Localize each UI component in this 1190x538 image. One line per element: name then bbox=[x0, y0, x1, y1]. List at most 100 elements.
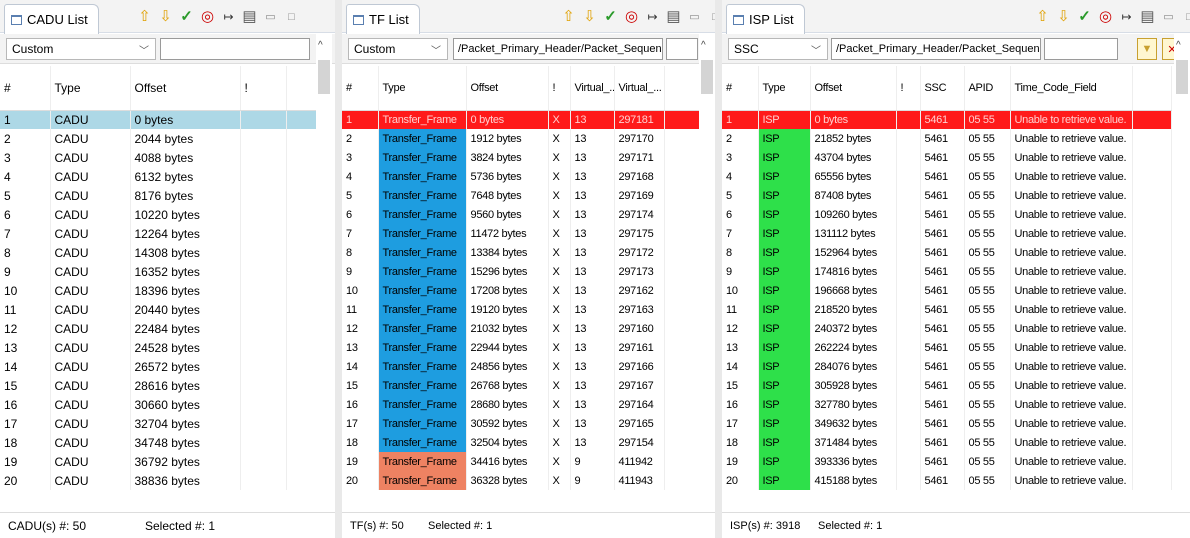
target-icon[interactable]: ◎ bbox=[199, 8, 216, 26]
checkmark-icon[interactable]: ✓ bbox=[602, 8, 619, 26]
maximize-icon[interactable]: □ bbox=[707, 8, 715, 26]
checkmark-icon[interactable]: ✓ bbox=[1076, 8, 1093, 26]
table-row[interactable]: 9 Transfer_Frame 15296 bytes X 13 297173 bbox=[342, 262, 700, 281]
table-row[interactable]: 20 ISP 415188 bytes 5461 05 55 Unable to retr… bbox=[722, 471, 1172, 490]
table-row[interactable]: 3 CADU 4088 bytes bbox=[0, 148, 317, 167]
fit-columns-icon[interactable]: ↦ bbox=[644, 8, 661, 26]
export-icon[interactable]: ▤ bbox=[1139, 8, 1156, 26]
table-row[interactable]: 14 CADU 26572 bytes bbox=[0, 357, 317, 376]
column-header[interactable]: Offset bbox=[466, 66, 549, 111]
tf-filter-path[interactable]: /Packet_Primary_Header/Packet_Sequence_C… bbox=[453, 38, 663, 60]
table-row[interactable]: 11 Transfer_Frame 19120 bytes X 13 297163 bbox=[342, 300, 700, 319]
table-row[interactable]: 20 Transfer_Frame 36328 bytes X 9 411943 bbox=[342, 471, 700, 490]
table-row[interactable]: 12 Transfer_Frame 21032 bytes X 13 297160 bbox=[342, 319, 700, 338]
column-header[interactable]: ! bbox=[548, 66, 571, 111]
table-row[interactable]: 2 Transfer_Frame 1912 bytes X 13 297170 bbox=[342, 129, 700, 148]
scroll-up-icon[interactable]: ^ bbox=[318, 40, 323, 51]
cadu-vertical-scrollbar[interactable]: ^v bbox=[316, 34, 332, 538]
table-row[interactable]: 17 ISP 349632 bytes 5461 05 55 Unable to retr… bbox=[722, 414, 1172, 433]
table-row[interactable]: 6 Transfer_Frame 9560 bytes X 13 297174 bbox=[342, 205, 700, 224]
tf-list-tab[interactable]: TF List bbox=[346, 4, 420, 34]
table-row[interactable]: 17 Transfer_Frame 30592 bytes X 13 297165 bbox=[342, 414, 700, 433]
tf-filter-combo[interactable]: Custom ﹀ bbox=[348, 38, 448, 60]
column-header[interactable]: Type bbox=[758, 66, 811, 111]
table-row[interactable]: 2 CADU 2044 bytes bbox=[0, 129, 317, 148]
cadu-filter-combo[interactable]: Custom ﹀ bbox=[6, 38, 156, 60]
minimize-icon[interactable]: ▭ bbox=[686, 8, 703, 26]
table-row[interactable]: 5 ISP 87408 bytes 5461 05 55 Unable to retrie… bbox=[722, 186, 1172, 205]
isp-filter-combo[interactable]: SSC ﹀ bbox=[728, 38, 828, 60]
column-header[interactable]: Offset bbox=[810, 66, 897, 111]
table-row[interactable]: 1 Transfer_Frame 0 bytes X 13 297181 bbox=[342, 110, 700, 129]
column-header[interactable]: ! bbox=[240, 66, 287, 111]
table-row[interactable]: 10 ISP 196668 bytes 5461 05 55 Unable to retr… bbox=[722, 281, 1172, 300]
tf-vertical-scrollbar[interactable]: ^v bbox=[699, 34, 715, 538]
fit-columns-icon[interactable]: ↦ bbox=[1118, 8, 1135, 26]
minimize-icon[interactable]: ▭ bbox=[1160, 8, 1177, 26]
arrow-down-icon[interactable]: ⇩ bbox=[581, 8, 598, 26]
table-row[interactable]: 16 Transfer_Frame 28680 bytes X 13 297164 bbox=[342, 395, 700, 414]
panel-divider[interactable] bbox=[335, 0, 342, 538]
export-icon[interactable]: ▤ bbox=[665, 8, 682, 26]
table-row[interactable]: 5 CADU 8176 bytes bbox=[0, 186, 317, 205]
table-row[interactable]: 12 ISP 240372 bytes 5461 05 55 Unable to retr… bbox=[722, 319, 1172, 338]
checkmark-icon[interactable]: ✓ bbox=[178, 8, 195, 26]
scroll-thumb[interactable] bbox=[1176, 60, 1188, 94]
table-row[interactable]: 19 CADU 36792 bytes bbox=[0, 452, 317, 471]
table-row[interactable]: 12 CADU 22484 bytes bbox=[0, 319, 317, 338]
table-row[interactable]: 7 CADU 12264 bytes bbox=[0, 224, 317, 243]
arrow-up-icon[interactable]: ⇧ bbox=[136, 8, 153, 26]
table-row[interactable]: 11 ISP 218520 bytes 5461 05 55 Unable to retr… bbox=[722, 300, 1172, 319]
scroll-up-icon[interactable]: ^ bbox=[701, 40, 706, 51]
table-row[interactable]: 10 Transfer_Frame 17208 bytes X 13 297162 bbox=[342, 281, 700, 300]
scroll-thumb[interactable] bbox=[701, 60, 713, 94]
column-header[interactable]: ! bbox=[896, 66, 921, 111]
table-row[interactable]: 13 ISP 262224 bytes 5461 05 55 Unable to retr… bbox=[722, 338, 1172, 357]
table-row[interactable]: 18 Transfer_Frame 32504 bytes X 13 297154 bbox=[342, 433, 700, 452]
table-row[interactable]: 18 CADU 34748 bytes bbox=[0, 433, 317, 452]
table-row[interactable]: 16 CADU 30660 bytes bbox=[0, 395, 317, 414]
isp-list-tab[interactable]: ISP List bbox=[726, 4, 805, 34]
table-row[interactable]: 7 Transfer_Frame 11472 bytes X 13 297175 bbox=[342, 224, 700, 243]
table-row[interactable]: 13 Transfer_Frame 22944 bytes X 13 297161 bbox=[342, 338, 700, 357]
column-header[interactable]: Time_Code_Field bbox=[1010, 66, 1133, 111]
table-row[interactable]: 4 Transfer_Frame 5736 bytes X 13 297168 bbox=[342, 167, 700, 186]
column-header[interactable]: Virtual_... bbox=[614, 66, 665, 111]
table-row[interactable]: 20 CADU 38836 bytes bbox=[0, 471, 317, 490]
target-icon[interactable]: ◎ bbox=[1097, 8, 1114, 26]
table-row[interactable]: 15 CADU 28616 bytes bbox=[0, 376, 317, 395]
table-row[interactable]: 19 Transfer_Frame 34416 bytes X 9 411942 bbox=[342, 452, 700, 471]
tf-filter-input[interactable] bbox=[666, 38, 698, 60]
table-row[interactable]: 16 ISP 327780 bytes 5461 05 55 Unable to retr… bbox=[722, 395, 1172, 414]
column-header[interactable]: Offset bbox=[130, 66, 241, 111]
isp-filter-path[interactable]: /Packet_Primary_Header/Packet_Sequence_C… bbox=[831, 38, 1041, 60]
table-row[interactable]: 5 Transfer_Frame 7648 bytes X 13 297169 bbox=[342, 186, 700, 205]
arrow-up-icon[interactable]: ⇧ bbox=[1034, 8, 1051, 26]
table-row[interactable]: 14 ISP 284076 bytes 5461 05 55 Unable to retr… bbox=[722, 357, 1172, 376]
table-row[interactable]: 8 Transfer_Frame 13384 bytes X 13 297172 bbox=[342, 243, 700, 262]
table-row[interactable]: 17 CADU 32704 bytes bbox=[0, 414, 317, 433]
panel-divider[interactable] bbox=[715, 0, 722, 538]
column-header[interactable]: SSC bbox=[920, 66, 965, 111]
table-row[interactable]: 3 Transfer_Frame 3824 bytes X 13 297171 bbox=[342, 148, 700, 167]
table-row[interactable]: 14 Transfer_Frame 24856 bytes X 13 297166 bbox=[342, 357, 700, 376]
table-row[interactable]: 4 ISP 65556 bytes 5461 05 55 Unable to retrie… bbox=[722, 167, 1172, 186]
isp-filter-input[interactable] bbox=[1044, 38, 1118, 60]
table-row[interactable]: 9 ISP 174816 bytes 5461 05 55 Unable to retri… bbox=[722, 262, 1172, 281]
column-header[interactable]: Type bbox=[50, 66, 131, 111]
table-row[interactable]: 4 CADU 6132 bytes bbox=[0, 167, 317, 186]
table-row[interactable]: 11 CADU 20440 bytes bbox=[0, 300, 317, 319]
table-row[interactable]: 1 CADU 0 bytes bbox=[0, 110, 317, 129]
table-row[interactable]: 10 CADU 18396 bytes bbox=[0, 281, 317, 300]
table-row[interactable]: 3 ISP 43704 bytes 5461 05 55 Unable to retrie… bbox=[722, 148, 1172, 167]
table-row[interactable]: 8 CADU 14308 bytes bbox=[0, 243, 317, 262]
isp-vertical-scrollbar[interactable]: ^v bbox=[1174, 34, 1190, 538]
table-row[interactable]: 15 Transfer_Frame 26768 bytes X 13 297167 bbox=[342, 376, 700, 395]
column-header[interactable]: # bbox=[722, 66, 759, 111]
table-row[interactable]: 7 ISP 131112 bytes 5461 05 55 Unable to retri… bbox=[722, 224, 1172, 243]
maximize-icon[interactable]: □ bbox=[1181, 8, 1190, 26]
table-row[interactable]: 2 ISP 21852 bytes 5461 05 55 Unable to retrie… bbox=[722, 129, 1172, 148]
table-row[interactable]: 1 ISP 0 bytes 5461 05 55 Unable to retrieve v… bbox=[722, 110, 1172, 129]
filter-icon[interactable]: ▼ bbox=[1137, 38, 1157, 60]
fit-columns-icon[interactable]: ↦ bbox=[220, 8, 237, 26]
